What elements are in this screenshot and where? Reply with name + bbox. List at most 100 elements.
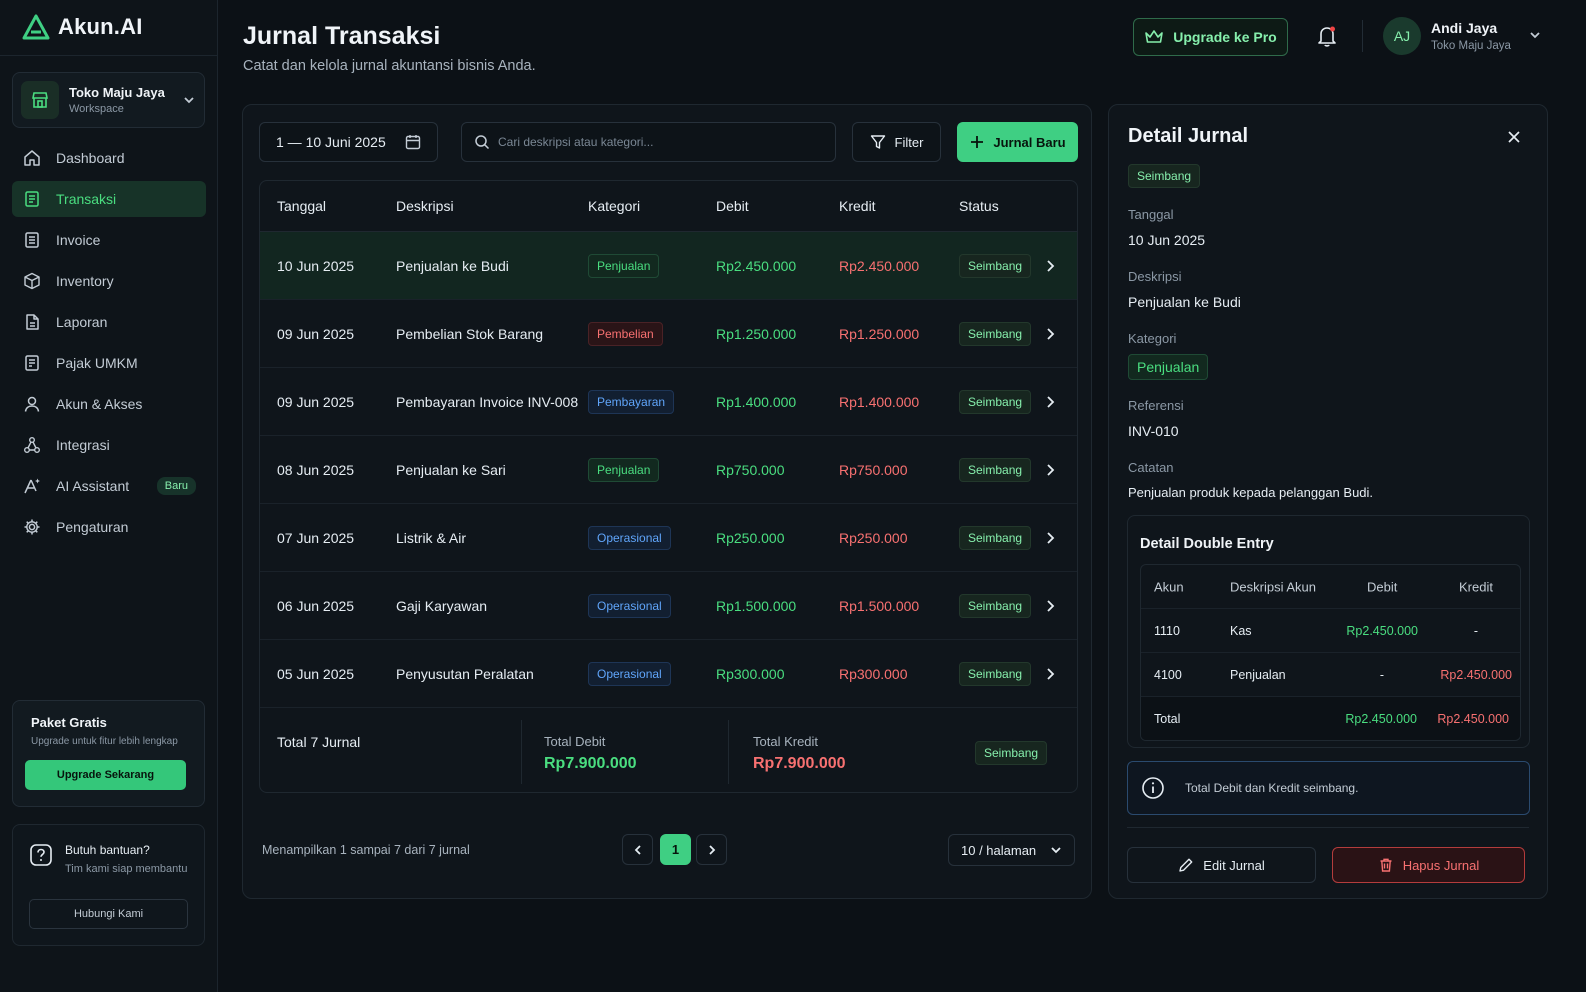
gear-icon bbox=[22, 517, 42, 537]
plan-card: Paket Gratis Upgrade untuk fitur lebih l… bbox=[12, 700, 205, 807]
detail-title: Detail Jurnal bbox=[1128, 125, 1249, 147]
cell-credit: Rp250.000 bbox=[839, 529, 908, 546]
table-row[interactable]: 09 Jun 2025 Pembayaran Invoice INV-008 P… bbox=[260, 368, 1077, 436]
edit-journal-button[interactable]: Edit Jurnal bbox=[1127, 847, 1316, 883]
search-input[interactable] bbox=[498, 135, 823, 149]
chevron-left-icon bbox=[632, 844, 644, 856]
sidebar: Akun.AI Toko Maju Jaya Workspace Dashboa… bbox=[0, 0, 218, 992]
calendar-icon bbox=[405, 134, 421, 150]
sidebar-item-akun-akses[interactable]: Akun & Akses bbox=[12, 386, 206, 422]
chevron-right-icon[interactable] bbox=[1044, 395, 1056, 409]
table-row[interactable]: 07 Jun 2025 Listrik & Air Operasional Rp… bbox=[260, 504, 1077, 572]
logo-icon bbox=[22, 14, 50, 40]
col-header-desc[interactable]: Deskripsi bbox=[396, 198, 454, 214]
sidebar-item-invoice[interactable]: Invoice bbox=[12, 222, 206, 258]
cell-date: 09 Jun 2025 bbox=[277, 393, 355, 410]
per-page-select[interactable]: 10 / halaman bbox=[948, 834, 1075, 866]
page-button-current[interactable]: 1 bbox=[660, 834, 691, 865]
detail-desc-value: Penjualan ke Budi bbox=[1128, 294, 1241, 310]
delete-journal-button[interactable]: Hapus Jurnal bbox=[1332, 847, 1525, 883]
next-page-button[interactable] bbox=[696, 834, 727, 865]
total-credit-label: Total Kredit bbox=[753, 734, 819, 749]
pencil-icon bbox=[1178, 857, 1194, 873]
detail-desc-label: Deskripsi bbox=[1128, 269, 1182, 284]
detail-divider bbox=[1127, 827, 1529, 828]
upgrade-pro-button[interactable]: Upgrade ke Pro bbox=[1133, 18, 1288, 56]
de-header-debit: Debit bbox=[1367, 579, 1398, 594]
new-badge: Baru bbox=[156, 477, 196, 495]
chevron-down-icon bbox=[1050, 844, 1062, 856]
balance-info-alert: Total Debit dan Kredit seimbang. bbox=[1127, 761, 1530, 815]
table-row[interactable]: 08 Jun 2025 Penjualan ke Sari Penjualan … bbox=[260, 436, 1077, 504]
col-header-debit[interactable]: Debit bbox=[716, 198, 749, 214]
cell-desc: Listrik & Air bbox=[396, 529, 467, 546]
de-account-desc: Kas bbox=[1230, 623, 1252, 638]
de-credit: - bbox=[1473, 623, 1478, 638]
invoice-icon bbox=[22, 230, 42, 250]
chevron-right-icon[interactable] bbox=[1044, 327, 1056, 341]
sidebar-item-label: Pengaturan bbox=[56, 519, 129, 535]
report-icon bbox=[22, 312, 42, 332]
sidebar-item-dashboard[interactable]: Dashboard bbox=[12, 140, 206, 176]
col-header-credit[interactable]: Kredit bbox=[839, 198, 876, 214]
footer-divider bbox=[521, 720, 522, 784]
de-total-credit: Rp2.450.000 bbox=[1437, 712, 1509, 726]
sidebar-item-label: Transaksi bbox=[56, 191, 117, 207]
sidebar-item-ai-assistant[interactable]: AI Assistant Baru bbox=[12, 468, 206, 504]
de-header-account: Akun bbox=[1154, 579, 1184, 594]
filter-button[interactable]: Filter bbox=[852, 122, 941, 162]
sidebar-item-inventory[interactable]: Inventory bbox=[12, 263, 206, 299]
table-row[interactable]: 06 Jun 2025 Gaji Karyawan Operasional Rp… bbox=[260, 572, 1077, 640]
table-row[interactable]: 09 Jun 2025 Pembelian Stok Barang Pembel… bbox=[260, 300, 1077, 368]
chevron-right-icon[interactable] bbox=[1044, 531, 1056, 545]
contact-us-button[interactable]: Hubungi Kami bbox=[29, 899, 188, 929]
de-debit: Rp2.450.000 bbox=[1346, 623, 1418, 638]
sidebar-item-pajak-umkm[interactable]: Pajak UMKM bbox=[12, 345, 206, 381]
upgrade-now-button[interactable]: Upgrade Sekarang bbox=[25, 760, 186, 790]
detail-ref-label: Referensi bbox=[1128, 398, 1184, 413]
de-account: 1110 bbox=[1154, 623, 1180, 638]
plan-title: Paket Gratis bbox=[31, 715, 107, 730]
cell-date: 08 Jun 2025 bbox=[277, 461, 355, 478]
close-icon[interactable] bbox=[1506, 129, 1522, 145]
table-row[interactable]: 10 Jun 2025 Penjualan ke Budi Penjualan … bbox=[260, 232, 1077, 300]
sidebar-item-pengaturan[interactable]: Pengaturan bbox=[12, 509, 206, 545]
chevron-right-icon[interactable] bbox=[1044, 599, 1056, 613]
workspace-switcher[interactable]: Toko Maju Jaya Workspace bbox=[12, 72, 205, 128]
sidebar-item-transaksi[interactable]: Transaksi bbox=[12, 181, 206, 217]
chevron-down-icon bbox=[182, 93, 196, 107]
sidebar-item-label: Laporan bbox=[56, 314, 108, 330]
col-header-status[interactable]: Status bbox=[959, 198, 999, 214]
col-header-date[interactable]: Tanggal bbox=[277, 198, 326, 214]
cell-desc: Penyusutan Peralatan bbox=[396, 665, 534, 682]
chevron-right-icon[interactable] bbox=[1044, 463, 1056, 477]
help-subtitle: Tim kami siap membantu bbox=[65, 863, 188, 875]
sidebar-item-laporan[interactable]: Laporan bbox=[12, 304, 206, 340]
double-entry-card: Detail Double Entry Akun Deskripsi Akun … bbox=[1127, 515, 1530, 748]
prev-page-button[interactable] bbox=[622, 834, 653, 865]
sidebar-item-integrasi[interactable]: Integrasi bbox=[12, 427, 206, 463]
cell-debit: Rp1.500.000 bbox=[716, 597, 797, 614]
notification-bell-icon[interactable] bbox=[1316, 24, 1338, 48]
journal-detail-panel: Detail Jurnal Seimbang Tanggal 10 Jun 20… bbox=[1108, 104, 1548, 899]
col-header-category[interactable]: Kategori bbox=[588, 198, 640, 214]
avatar[interactable]: AJ bbox=[1383, 17, 1421, 55]
date-range-picker[interactable]: 1 — 10 Juni 2025 bbox=[259, 122, 438, 162]
de-account-desc: Penjualan bbox=[1230, 667, 1286, 682]
cell-desc: Penjualan ke Budi bbox=[396, 257, 509, 274]
per-page-value: 10 / halaman bbox=[961, 842, 1037, 858]
pagination-summary: Menampilkan 1 sampai 7 dari 7 jurnal bbox=[262, 843, 470, 857]
chevron-right-icon[interactable] bbox=[1044, 667, 1056, 681]
cell-desc: Pembelian Stok Barang bbox=[396, 325, 544, 342]
cell-date: 05 Jun 2025 bbox=[277, 665, 355, 682]
sidebar-item-label: AI Assistant bbox=[56, 478, 130, 494]
double-entry-row: 1110 Kas Rp2.450.000 - bbox=[1141, 609, 1520, 653]
cell-credit: Rp1.500.000 bbox=[839, 597, 920, 614]
app-logo[interactable]: Akun.AI bbox=[22, 14, 143, 40]
table-row[interactable]: 05 Jun 2025 Penyusutan Peralatan Operasi… bbox=[260, 640, 1077, 708]
category-badge: Operasional bbox=[588, 661, 671, 686]
new-journal-button[interactable]: Jurnal Baru bbox=[957, 122, 1078, 162]
chevron-down-icon[interactable] bbox=[1528, 28, 1542, 42]
chevron-right-icon[interactable] bbox=[1044, 259, 1056, 273]
detail-ref-value: INV-010 bbox=[1128, 423, 1179, 439]
